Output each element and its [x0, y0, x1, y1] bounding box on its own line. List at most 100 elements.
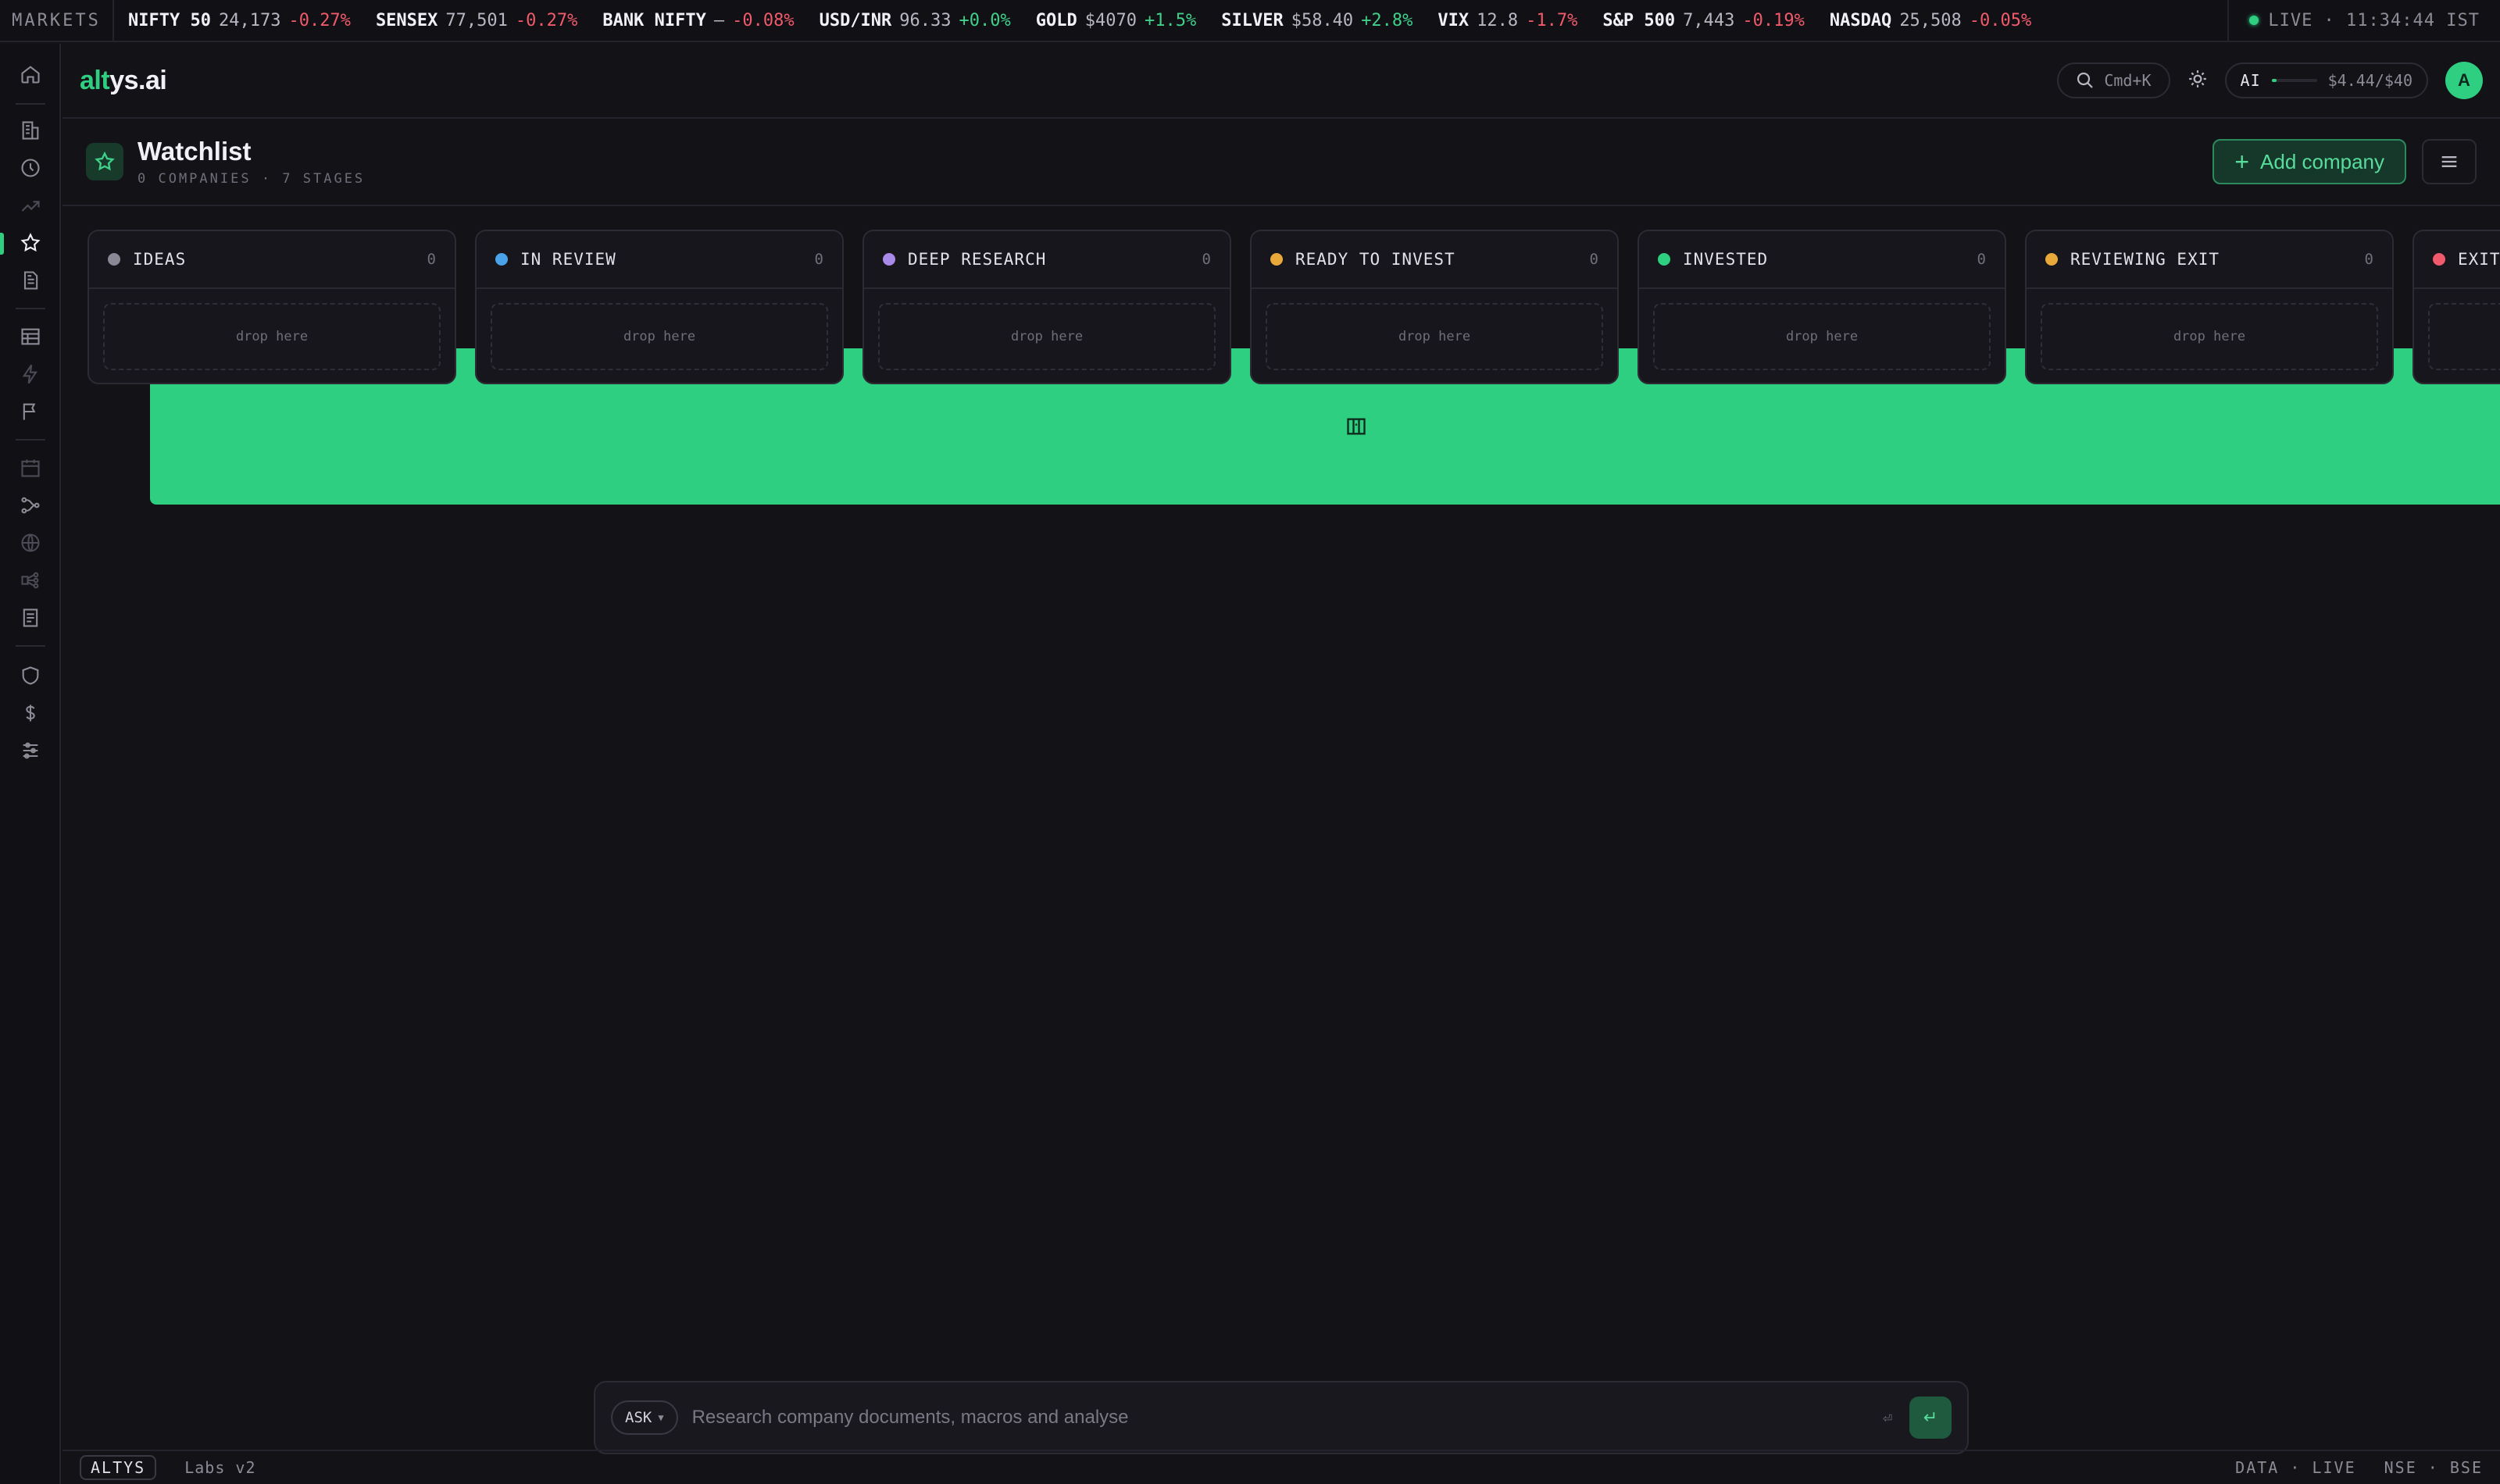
ticker-symbol: NASDAQ: [1829, 10, 1892, 30]
stage-count: 0: [814, 251, 823, 268]
ticker-value: 7,443: [1683, 10, 1735, 30]
history-icon[interactable]: [17, 155, 44, 181]
stage-count: 0: [427, 251, 436, 268]
rail-divider: [16, 308, 45, 309]
ticker-item[interactable]: NIFTY 50 24,173 -0.27%: [128, 11, 351, 30]
rail-divider: [16, 439, 45, 441]
ticker-symbol: SILVER: [1221, 10, 1284, 30]
market-ticker: MARKETS NIFTY 50 24,173 -0.27% SENSEX 77,501…: [0, 0, 2500, 42]
companies-icon[interactable]: [17, 117, 44, 144]
ticker-change: +0.0%: [959, 10, 1011, 30]
ask-bar: ASK ▼ ⏎ ↵: [594, 1381, 1969, 1454]
globe-icon[interactable]: [17, 530, 44, 556]
ai-label: AI: [2240, 71, 2261, 90]
logo[interactable]: altys.ai: [80, 65, 167, 96]
page-title: Watchlist: [138, 137, 252, 166]
stage-column-header: IDEAS 0: [89, 231, 455, 289]
bolt-icon[interactable]: [17, 361, 44, 387]
calendar-icon[interactable]: [17, 455, 44, 481]
drop-zone[interactable]: drop here: [103, 303, 441, 370]
ticker-item[interactable]: S&P 500 7,443 -0.19%: [1602, 11, 1804, 30]
watchlist-star-icon[interactable]: [17, 230, 44, 256]
stage-dot-icon: [2045, 253, 2058, 266]
ticker-value: 24,173: [218, 10, 281, 30]
currency-icon[interactable]: [17, 700, 44, 726]
theme-toggle-button[interactable]: [2188, 69, 2208, 93]
avatar[interactable]: A: [2445, 62, 2483, 99]
ticker-symbol: VIX: [1438, 10, 1470, 30]
drop-zone[interactable]: drop here: [491, 303, 828, 370]
ai-usage-bar: [2271, 79, 2317, 82]
rail-divider: [16, 645, 45, 647]
ask-input[interactable]: [691, 1407, 1883, 1429]
search-shortcut: Cmd+K: [2104, 71, 2152, 90]
ai-budget-pill[interactable]: AI $4.44/$40: [2224, 62, 2428, 98]
drop-zone[interactable]: drop here: [1653, 303, 1991, 370]
ticker-item[interactable]: NASDAQ 25,508 -0.05%: [1830, 11, 2031, 30]
document-icon[interactable]: [17, 267, 44, 294]
ticker-value: $4070: [1084, 10, 1137, 30]
send-button[interactable]: ↵: [1909, 1397, 1952, 1439]
ticker-value: 77,501: [445, 10, 508, 30]
ticker-symbol: USD/INR: [819, 10, 892, 30]
command-search-button[interactable]: Cmd+K: [2057, 62, 2170, 98]
page-subtitle: 0 COMPANIES · 7 STAGES: [138, 171, 366, 187]
exchange-status: NSE · BSE: [2384, 1458, 2483, 1477]
active-nav-indicator: [0, 233, 4, 255]
search-icon: [2077, 72, 2094, 88]
ticker-change: -1.7%: [1526, 10, 1578, 30]
star-icon: [95, 151, 115, 171]
list-view-button[interactable]: [2428, 144, 2470, 179]
ticker-value: 96.33: [899, 10, 952, 30]
network-icon[interactable]: [17, 567, 44, 594]
stage-column-header: REVIEWING EXIT 0: [2027, 231, 2392, 289]
sun-icon: [2188, 70, 2206, 87]
kanban-board: IDEAS 0 drop here IN REVIEW 0 drop here DEEP R…: [88, 230, 2500, 386]
ticker-symbol: BANK NIFTY: [602, 10, 706, 30]
live-dot-icon: [2249, 16, 2259, 25]
stage-dot-icon: [2433, 253, 2445, 266]
drop-zone[interactable]: drop here: [2428, 303, 2500, 370]
stage-name: READY TO INVEST: [1295, 250, 1455, 269]
live-indicator: LIVE · 11:34:44 IST: [2227, 0, 2500, 41]
stage-dot-icon: [1658, 253, 1670, 266]
trend-chart-icon[interactable]: [17, 192, 44, 219]
ticker-change: +2.8%: [1361, 10, 1413, 30]
stage-column: EXITED0 drop here: [2412, 230, 2500, 384]
ticker-item[interactable]: USD/INR 96.33 +0.0%: [820, 11, 1011, 30]
stage-dot-icon: [1270, 253, 1283, 266]
logo-accent: alt: [80, 65, 110, 95]
ask-mode-dropdown[interactable]: ASK ▼: [611, 1400, 678, 1435]
stage-count: 0: [1202, 251, 1211, 268]
sliders-icon[interactable]: [17, 737, 44, 764]
notes-icon[interactable]: [17, 605, 44, 631]
flow-icon[interactable]: [17, 492, 44, 519]
ticker-items: NIFTY 50 24,173 -0.27% SENSEX 77,501 -0.27% BA…: [114, 11, 2227, 30]
stage-column: IDEAS 0 drop here: [88, 230, 456, 384]
ticker-item[interactable]: SILVER $58.40 +2.8%: [1221, 11, 1412, 30]
ticker-change: -0.19%: [1742, 10, 1805, 30]
add-company-button[interactable]: + Add company: [2212, 139, 2406, 184]
flag-icon[interactable]: [17, 398, 44, 425]
drop-zone[interactable]: drop here: [878, 303, 1216, 370]
ticker-value: $58.40: [1291, 10, 1354, 30]
stage-count: 0: [2364, 251, 2373, 268]
ticker-item[interactable]: BANK NIFTY — -0.08%: [602, 11, 794, 30]
stage-column: IN REVIEW 0 drop here: [475, 230, 844, 384]
ticker-item[interactable]: SENSEX 77,501 -0.27%: [376, 11, 577, 30]
table-icon[interactable]: [17, 323, 44, 350]
status-bar: ALTYS Labs v2 DATA · LIVE NSE · BSE: [62, 1450, 2500, 1484]
labs-version: Labs v2: [184, 1458, 256, 1477]
stage-name: DEEP RESEARCH: [908, 250, 1047, 269]
stage-dot-icon: [495, 253, 508, 266]
drop-zone[interactable]: drop here: [2041, 303, 2378, 370]
stage-name: EXITED: [2458, 250, 2500, 269]
ticker-item[interactable]: VIX 12.8 -1.7%: [1438, 11, 1577, 30]
shield-icon[interactable]: [17, 662, 44, 689]
home-icon[interactable]: [17, 61, 44, 87]
stage-column-header: READY TO INVEST 0: [1252, 231, 1617, 289]
drop-zone[interactable]: drop here: [1266, 303, 1603, 370]
ticker-item[interactable]: GOLD $4070 +1.5%: [1036, 11, 1196, 30]
ai-usage-fill: [2271, 79, 2277, 82]
add-company-label: Add company: [2260, 149, 2384, 173]
